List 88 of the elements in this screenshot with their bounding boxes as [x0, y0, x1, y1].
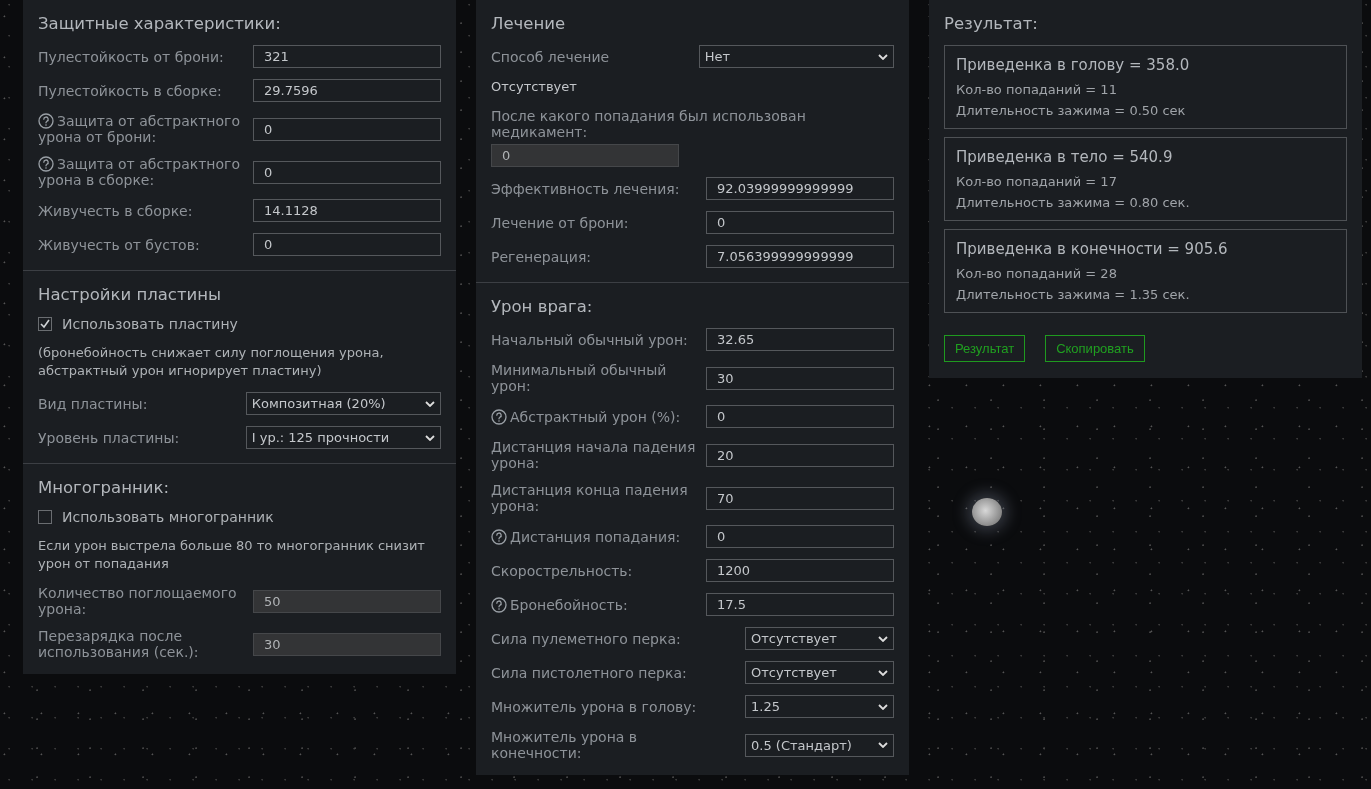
field-label: Скорострельность: [491, 562, 634, 579]
field-label: Сила пистолетного перка: [491, 664, 688, 681]
field-label: Множитель урона в голову: [491, 698, 698, 715]
field-label: После какого попадания был использован медикамент: [491, 108, 807, 140]
caret-icon [878, 669, 888, 676]
field-label: Вид пластины: [38, 395, 149, 412]
dropdown[interactable]: Нет [698, 45, 894, 68]
field-label: Защита от абстрактного урона в сборке: [38, 156, 241, 188]
field-label: Дистанция начала падения урона: [491, 439, 697, 471]
checkbox[interactable] [38, 317, 52, 331]
input-field[interactable]: 0 [706, 525, 894, 548]
input-field[interactable]: 7.056399999999999 [706, 245, 894, 268]
field-label: Эффективность лечения: [491, 180, 681, 197]
caret-icon [878, 742, 888, 748]
checkbox-label: Использовать пластину [62, 316, 238, 332]
input-field[interactable]: 30 [706, 366, 894, 390]
help-icon[interactable] [38, 113, 54, 129]
input-field[interactable]: 92.03999999999999 [706, 177, 894, 200]
field-label: Живучесть в сборке: [38, 202, 194, 219]
field-label: Минимальный обычный урон: [491, 362, 668, 394]
action-button[interactable]: Результат [944, 335, 1026, 362]
input-field[interactable]: 0 [253, 233, 441, 256]
caret-icon [878, 53, 888, 60]
result-line: Длительность зажима = 1.35 сек. [956, 287, 1191, 302]
field-label: Дистанция попадания: [491, 528, 703, 545]
field-label: Лечение от брони: [491, 214, 630, 231]
result-line: Кол-во попаданий = 17 [956, 174, 1118, 189]
caret-icon [878, 703, 888, 710]
field-label: Сила пулеметного перка: [491, 630, 682, 647]
caret-icon [425, 400, 435, 407]
dropdown[interactable]: I ур.: 125 прочности [245, 426, 441, 449]
input-field[interactable]: 0 [706, 405, 894, 428]
input-field[interactable]: 14.1128 [253, 199, 441, 222]
field-label: Защита от абстрактного урона от брони: [38, 113, 241, 145]
input-field[interactable]: 29.7596 [253, 79, 441, 102]
result-title: Приведенка в тело = 540.9 [956, 148, 1174, 166]
input-field[interactable]: 20 [706, 443, 894, 467]
note-text: (бронебойность снижает силу поглощения урона, абстрактный урон игнорирует пластину) [38, 344, 385, 380]
section-title: Настройки пластины [38, 285, 223, 304]
field-label: Бронебойность: [491, 596, 703, 613]
dropdown[interactable]: 1.25 [745, 695, 894, 718]
dropdown[interactable]: Отсутствует [745, 627, 894, 650]
input-field[interactable]: 321 [253, 45, 441, 68]
dropdown[interactable]: Композитная (20%) [245, 392, 441, 415]
checkbox-label: Использовать многогранник [62, 509, 274, 525]
moon-drawing [972, 498, 1002, 526]
help-icon[interactable] [491, 408, 507, 425]
input-field[interactable]: 0 [253, 117, 441, 141]
input-field[interactable]: 70 [706, 486, 894, 510]
field-label: Уровень пластины: [38, 429, 181, 446]
field-label: Количество поглощаемого урона: [38, 585, 238, 617]
input-field[interactable]: 17.5 [706, 593, 894, 616]
section-title: Урон врага: [491, 297, 594, 316]
result-line: Кол-во попаданий = 11 [956, 82, 1118, 97]
help-icon[interactable] [38, 156, 54, 172]
caret-icon [878, 635, 888, 642]
result-title: Приведенка в конечности = 905.6 [956, 240, 1229, 258]
section-title: Многогранник: [38, 478, 170, 497]
field-label: Множитель урона в конечности: [491, 729, 639, 761]
result-line: Длительность зажима = 0.80 сек. [956, 195, 1191, 210]
input-field[interactable]: 1200 [706, 559, 894, 582]
caret-icon [425, 434, 435, 441]
dropdown[interactable]: 0.5 (Стандарт) [745, 733, 894, 757]
input-field[interactable]: 32.65 [706, 328, 894, 351]
status-text: Отсутствует [491, 79, 578, 94]
checkbox[interactable] [38, 510, 52, 524]
section-title: Результат: [944, 14, 1039, 33]
field-label: Регенерация: [491, 248, 593, 265]
field-label: Способ лечение [491, 48, 611, 65]
section-title: Лечение [491, 14, 567, 33]
result-line: Кол-во попаданий = 28 [956, 266, 1118, 281]
field-label: Пулестойкость от брони: [38, 48, 225, 65]
result-line: Длительность зажима = 0.50 сек [956, 103, 1187, 118]
field-label: Живучесть от бустов: [38, 236, 201, 253]
note-text: Если урон выстрела больше 80 то многогранник снизит урон от попадания [38, 537, 426, 573]
result-title: Приведенка в голову = 358.0 [956, 56, 1191, 74]
input-field[interactable]: 0 [706, 211, 894, 234]
dropdown[interactable]: Отсутствует [745, 661, 894, 684]
input-field[interactable]: 0 [253, 160, 441, 184]
action-button[interactable]: Скопировать [1045, 335, 1145, 362]
field-label: Перезарядка после использования (сек.): [38, 628, 200, 660]
section-title: Защитные характеристики: [38, 14, 282, 33]
field-label: Пулестойкость в сборке: [38, 82, 223, 99]
help-icon[interactable] [491, 596, 507, 613]
field-label: Абстрактный урон (%): [491, 408, 703, 425]
field-label: Начальный обычный урон: [491, 331, 689, 348]
help-icon[interactable] [491, 528, 507, 545]
field-label: Дистанция конца падения урона: [491, 482, 689, 514]
